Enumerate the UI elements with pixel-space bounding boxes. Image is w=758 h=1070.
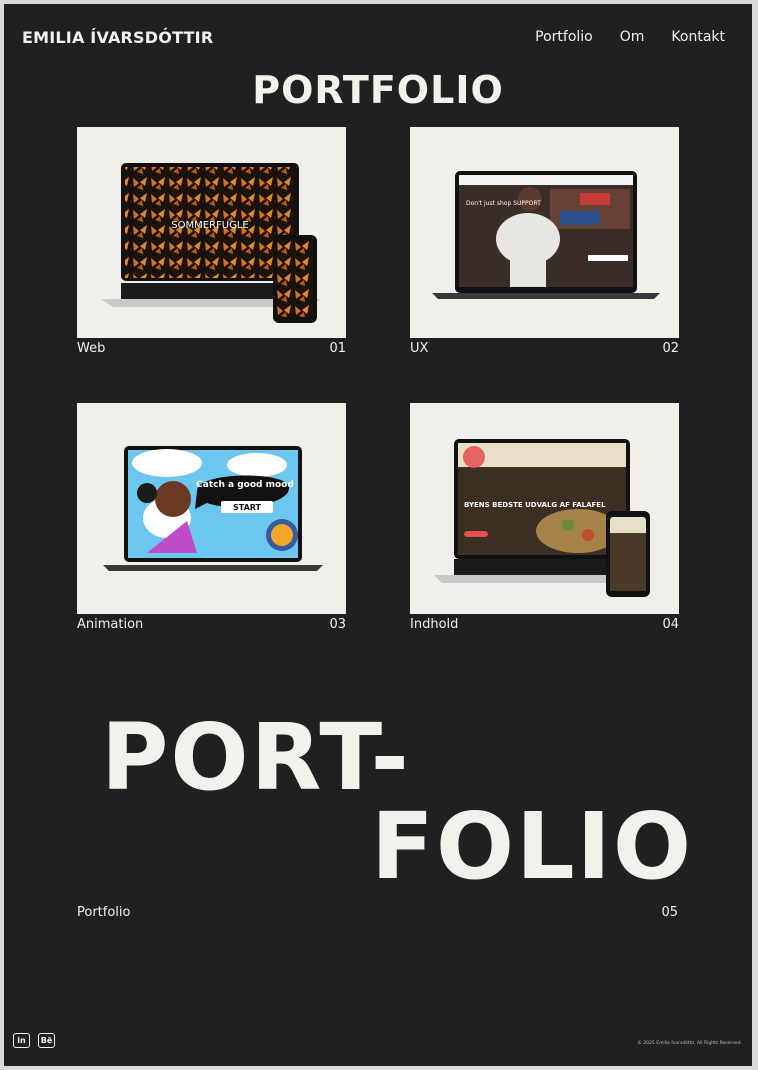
nav-link-om[interactable]: Om [620,29,645,45]
project-thumbnail-animation[interactable]: Catch a good mood START [77,403,346,614]
laptop-mockup-image: Don't just shop SUPPORT [432,171,660,299]
screen-button: START [233,503,262,512]
social-links: in Bē [13,1033,55,1048]
project-number: 01 [329,341,346,356]
nav-link-kontakt[interactable]: Kontakt [671,29,725,45]
project-number: 02 [662,341,679,356]
project-label: Animation [77,617,144,632]
laptop-mockup-image: Catch a good mood START [103,446,323,571]
screen-title: Catch a good mood [196,480,294,490]
project-number: 04 [662,617,679,632]
brand-logo[interactable]: EMILIA ÍVARSDÓTTIR [22,28,213,47]
project-label: Indhold [410,617,459,632]
project-card-animation[interactable]: Catch a good mood START Animation 03 [77,403,346,632]
project-label: UX [410,341,429,356]
nav-link-portfolio[interactable]: Portfolio [535,29,593,45]
behance-icon[interactable]: Bē [38,1033,55,1048]
laptop-phone-mockup-image: SOMMERFUGLE [101,163,321,323]
project-card-ux[interactable]: Don't just shop SUPPORT UX 02 [410,127,679,356]
project-thumbnail-indhold[interactable]: BYENS BEDSTE UDVALG AF FALAFEL [410,403,679,614]
laptop-phone-mockup-image: BYENS BEDSTE UDVALG AF FALAFEL [434,439,650,597]
project-thumbnail-web[interactable]: SOMMERFUGLE [77,127,346,338]
project-card-web[interactable]: SOMMERFUGLE Web 01 [77,127,346,356]
screen-title: BYENS BEDSTE UDVALG AF FALAFEL [464,501,606,509]
screen-title: Don't just shop SUPPORT [466,200,541,207]
page-title: PORTFOLIO [252,68,504,112]
project-label: Portfolio [77,905,131,920]
project-thumbnail-ux[interactable]: Don't just shop SUPPORT [410,127,679,338]
copyright-text: © 2025 Emilia Ívarsdóttir. All Rights Re… [637,1041,742,1046]
page: EMILIA ÍVARSDÓTTIR Portfolio Om Kontakt … [4,4,752,1066]
hero-caption: Portfolio 05 [77,905,678,920]
hero-title-line-2: FOLIO [371,793,694,900]
project-number: 03 [329,617,346,632]
hero-title-line-1: PORT- [101,704,411,811]
project-card-indhold[interactable]: BYENS BEDSTE UDVALG AF FALAFEL Indhold 0… [410,403,679,632]
main-nav: Portfolio Om Kontakt [535,29,725,45]
linkedin-icon[interactable]: in [13,1033,30,1048]
screen-title: SOMMERFUGLE [171,220,248,231]
project-label: Web [77,341,106,356]
project-number: 05 [661,905,678,920]
